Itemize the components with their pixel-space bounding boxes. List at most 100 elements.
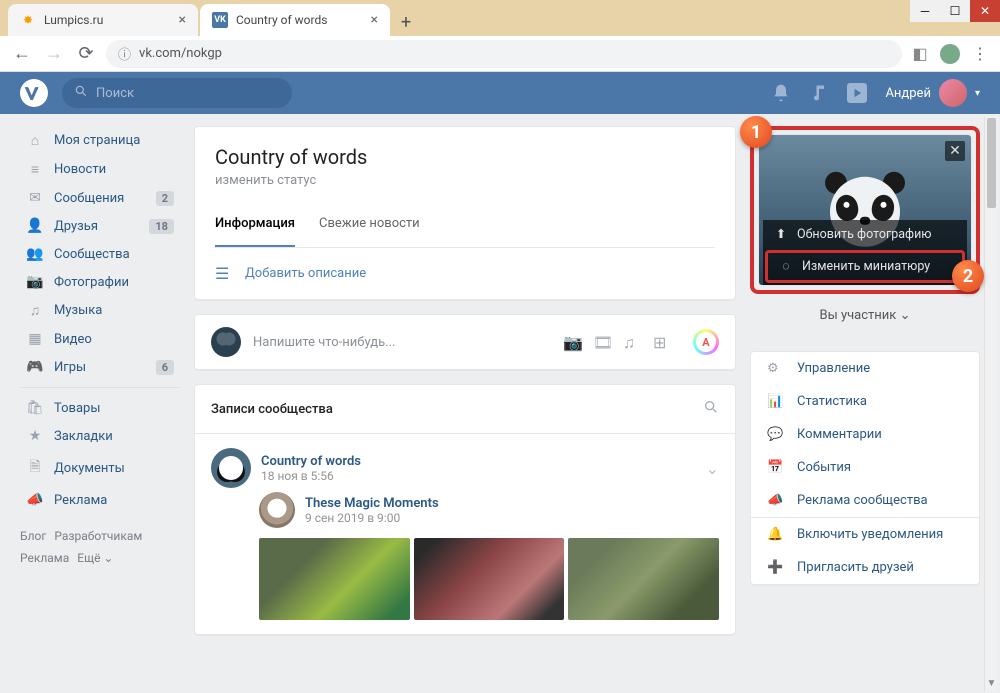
- profile-icon[interactable]: [940, 44, 960, 64]
- sidebar-item-photos[interactable]: 📷Фотографии: [20, 268, 180, 296]
- footer-link-more[interactable]: Ещё ⌄: [77, 551, 113, 565]
- sidebar-item-market[interactable]: 🛍Товары: [20, 394, 180, 422]
- callout-marker-1: 1: [740, 116, 772, 148]
- attach-video-icon[interactable]: 🎞: [593, 333, 611, 351]
- sidebar-item-label: Моя страница: [54, 133, 140, 148]
- post-image[interactable]: [259, 538, 410, 620]
- add-description-button[interactable]: ☰ Добавить описание: [195, 248, 735, 299]
- compose-box[interactable]: Напишите что-нибудь... 📷 🎞 ♫ ⊞: [194, 314, 736, 370]
- sidebar-item-news[interactable]: ≡Новости: [20, 155, 180, 184]
- user-menu[interactable]: Андрей ▾: [885, 79, 980, 107]
- update-photo-button[interactable]: ⬆ Обновить фотографию: [763, 220, 967, 248]
- tab-title: Lumpics.ru: [44, 13, 103, 27]
- site-info-icon[interactable]: ⓘ: [118, 44, 131, 63]
- minimize-button[interactable]: ─: [910, 0, 940, 22]
- admin-item-notify[interactable]: 🔔Включить уведомления: [751, 518, 979, 551]
- sidebar-item-video[interactable]: ▦Видео: [20, 325, 180, 353]
- address-bar: ← → ⟳ ⓘ vk.com/nokgp ◧ ⋮: [0, 36, 1000, 72]
- camera-icon: 📷: [26, 274, 44, 290]
- search-icon: [74, 84, 88, 102]
- badge: 2: [156, 191, 174, 206]
- attach-music-icon[interactable]: ♫: [623, 333, 641, 351]
- change-thumbnail-button[interactable]: ◌ Изменить миниатюру: [765, 250, 965, 283]
- main-column: Country of words изменить статус Информа…: [194, 126, 736, 681]
- badge: 18: [149, 219, 174, 234]
- post-image[interactable]: [568, 538, 719, 620]
- sidebar-item-music[interactable]: ♫ Музыка: [20, 296, 180, 325]
- browser-tab[interactable]: ✸ Lumpics.ru ×: [8, 4, 198, 36]
- attach-photo-icon[interactable]: 📷: [563, 333, 581, 351]
- admin-item-invite[interactable]: ➕Пригласить друзей: [751, 551, 979, 584]
- repost-block: These Magic Moments 9 сен 2019 в 9:00: [259, 492, 719, 620]
- wall-card: Записи сообщества Country of words 18 но…: [194, 384, 736, 635]
- close-icon[interactable]: ✕: [945, 141, 965, 161]
- scroll-down-icon[interactable]: ▼: [985, 675, 998, 691]
- browser-tab-active[interactable]: VK Country of words ×: [200, 4, 390, 36]
- status-link[interactable]: изменить статус: [215, 173, 715, 188]
- sidebar-item-ads[interactable]: 📣Реклама: [20, 486, 180, 514]
- admin-label: Реклама сообщества: [797, 493, 928, 508]
- maximize-button[interactable]: ☐: [940, 0, 970, 22]
- search-input[interactable]: Поиск: [62, 78, 292, 108]
- footer-link-ads[interactable]: Реклама: [20, 551, 69, 565]
- sidebar-item-friends[interactable]: 👤Друзья18: [20, 212, 180, 240]
- sidebar-item-label: Музыка: [54, 303, 102, 318]
- repost-author[interactable]: These Magic Moments: [305, 496, 439, 511]
- sidebar-item-label: Закладки: [54, 429, 113, 444]
- repost-avatar[interactable]: [259, 492, 295, 528]
- admin-label: Комментарии: [797, 427, 882, 442]
- member-status[interactable]: Вы участник ⌄: [750, 294, 980, 337]
- menu-icon[interactable]: ⋮: [970, 44, 990, 64]
- footer-link-blog[interactable]: Блог: [20, 529, 46, 543]
- sidebar-item-games[interactable]: 🎮Игры6: [20, 353, 180, 381]
- back-button[interactable]: ←: [10, 42, 34, 66]
- sidebar-item-label: Реклама: [54, 493, 107, 508]
- post-image[interactable]: [414, 538, 565, 620]
- video-play-icon[interactable]: [847, 83, 867, 103]
- cover-photo-card: ✕ ⬆ Обновить фотографию ◌ И: [758, 134, 972, 286]
- search-placeholder: Поиск: [96, 86, 134, 101]
- sidebar-item-bookmarks[interactable]: ★ Закладки: [20, 422, 180, 450]
- admin-item-stats[interactable]: 📊Статистика: [751, 385, 979, 418]
- url-field[interactable]: ⓘ vk.com/nokgp: [106, 40, 902, 68]
- sidebar-item-documents[interactable]: 🗎Документы: [20, 450, 180, 486]
- attach-more-icon[interactable]: ⊞: [653, 333, 671, 351]
- sidebar-item-profile[interactable]: ⌂Моя страница: [20, 126, 180, 155]
- window-close-button[interactable]: ✕: [970, 0, 1000, 22]
- tab-news[interactable]: Свежие новости: [319, 202, 420, 247]
- forward-button[interactable]: →: [42, 42, 66, 66]
- admin-label: События: [797, 460, 851, 475]
- search-icon[interactable]: [703, 399, 719, 419]
- bookmark-icon: ★: [26, 428, 44, 444]
- admin-item-comments[interactable]: 💬Комментарии: [751, 418, 979, 451]
- close-icon[interactable]: ×: [179, 12, 186, 28]
- footer-link-devs[interactable]: Разработчикам: [54, 529, 142, 543]
- scrollbar[interactable]: ▲ ▼: [984, 116, 998, 691]
- groups-icon: 👥: [26, 246, 44, 262]
- close-icon[interactable]: ×: [371, 12, 378, 28]
- address-bar-icons: ◧ ⋮: [910, 44, 990, 64]
- extension-icon[interactable]: ◧: [910, 44, 930, 64]
- story-button[interactable]: [693, 329, 719, 355]
- tab-info[interactable]: Информация: [215, 202, 295, 247]
- chevron-down-icon: ▾: [975, 88, 980, 99]
- sidebar-item-messages[interactable]: ✉Сообщения2: [20, 184, 180, 212]
- vk-logo[interactable]: [20, 79, 48, 107]
- wall-post: Country of words 18 ноя в 5:56 ⌄ These M…: [195, 434, 735, 634]
- admin-item-events[interactable]: 📅События: [751, 451, 979, 484]
- reload-button[interactable]: ⟳: [74, 42, 98, 66]
- admin-item-manage[interactable]: ⚙Управление: [751, 352, 979, 385]
- sidebar-item-groups[interactable]: 👥Сообщества: [20, 240, 180, 268]
- post-avatar[interactable]: [211, 448, 251, 488]
- sidebar-item-label: Игры: [54, 360, 86, 375]
- music-icon: ♫: [26, 302, 44, 319]
- chevron-down-icon[interactable]: ⌄: [706, 459, 719, 478]
- notifications-icon[interactable]: [771, 83, 791, 103]
- sidebar-footer: Блог Разработчикам Реклама Ещё ⌄: [20, 526, 180, 569]
- post-author[interactable]: Country of words: [261, 454, 361, 469]
- profile-tabs: Информация Свежие новости: [215, 202, 715, 248]
- music-icon[interactable]: [809, 83, 829, 103]
- admin-item-ads[interactable]: 📣Реклама сообщества: [751, 484, 979, 517]
- scroll-thumb[interactable]: [987, 118, 996, 208]
- new-tab-button[interactable]: +: [392, 8, 420, 36]
